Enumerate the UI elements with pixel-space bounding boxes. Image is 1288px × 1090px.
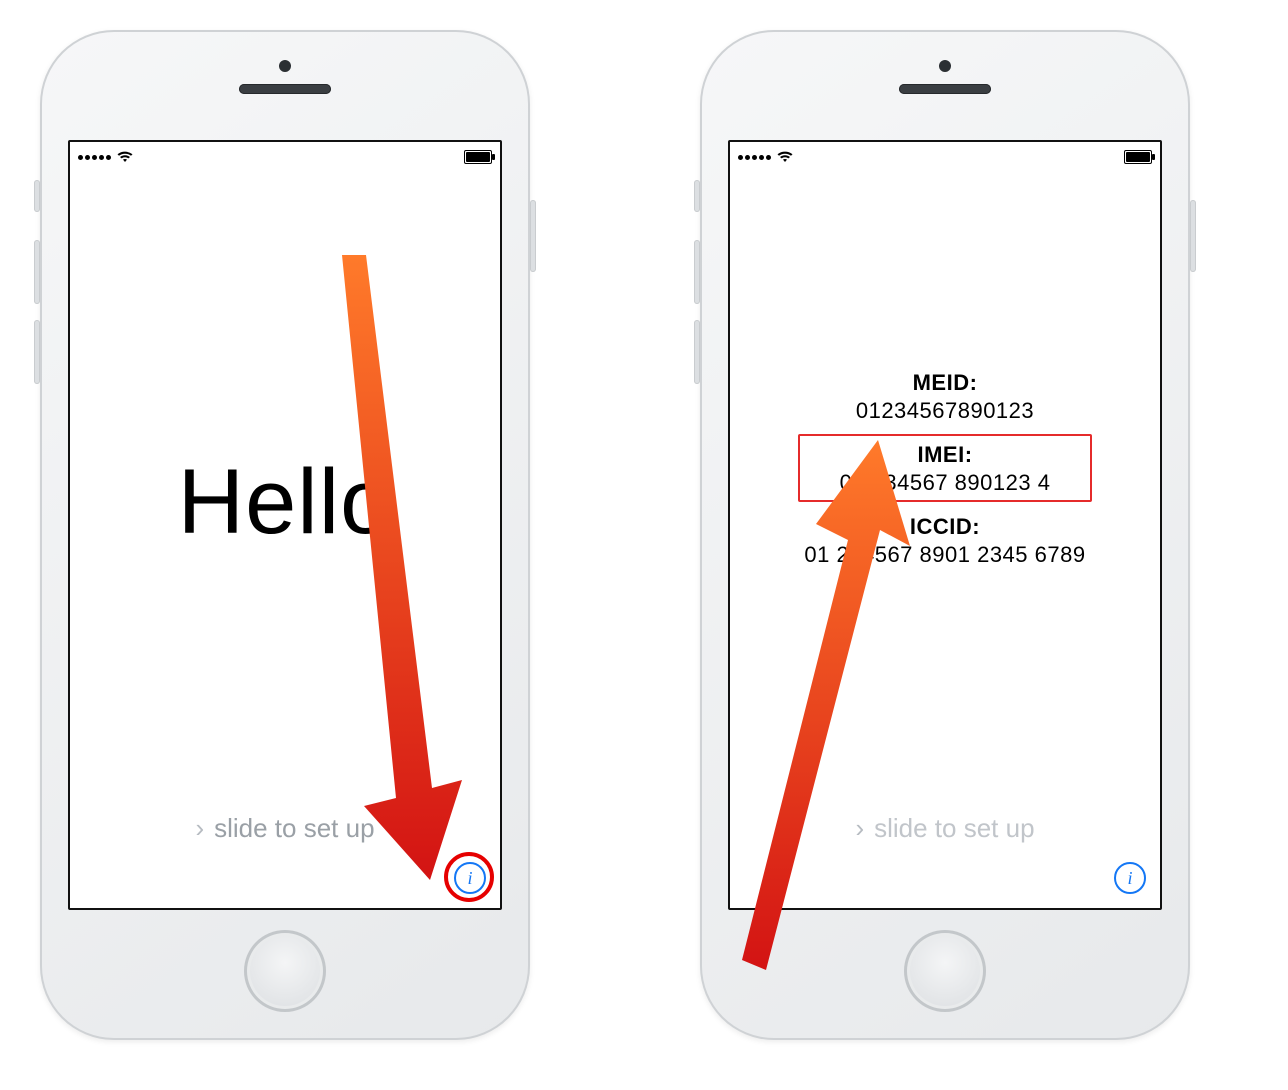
phone-screen-left: Hello › slide to set up i — [68, 140, 502, 910]
volume-down-button — [694, 320, 700, 384]
welcome-greeting: Hello — [70, 456, 500, 548]
info-button[interactable]: i — [454, 862, 486, 894]
volume-up-button — [34, 240, 40, 304]
phone-mockup-left: Hello › slide to set up i — [40, 30, 530, 1040]
phone-mockup-right: MEID: 01234567890123 IMEI: 01 234567 890… — [700, 30, 1190, 1040]
meid-label: MEID: — [730, 370, 1160, 396]
imei-value: 01 234567 890123 4 — [730, 470, 1160, 496]
info-icon: i — [1127, 869, 1132, 887]
power-button — [1190, 200, 1196, 272]
wifi-icon — [117, 151, 133, 163]
iccid-label: ICCID: — [730, 514, 1160, 540]
volume-down-button — [34, 320, 40, 384]
front-camera-icon — [939, 60, 951, 72]
slide-to-set-up[interactable]: › slide to set up — [730, 813, 1160, 844]
chevron-right-icon: › — [855, 813, 864, 844]
status-bar — [730, 142, 1160, 172]
battery-icon — [1124, 150, 1152, 164]
meid-row: MEID: 01234567890123 — [730, 370, 1160, 424]
home-button[interactable] — [244, 930, 326, 1012]
wifi-icon — [777, 151, 793, 163]
earpiece-speaker — [239, 84, 331, 94]
earpiece-speaker — [899, 84, 991, 94]
status-bar — [70, 142, 500, 172]
power-button — [530, 200, 536, 272]
slide-to-set-up-label: slide to set up — [214, 813, 374, 844]
chevron-right-icon: › — [195, 813, 204, 844]
info-icon: i — [467, 869, 472, 887]
volume-up-button — [694, 240, 700, 304]
cellular-signal-icon — [738, 155, 771, 160]
battery-icon — [464, 150, 492, 164]
slide-to-set-up-label: slide to set up — [874, 813, 1034, 844]
meid-value: 01234567890123 — [730, 398, 1160, 424]
instruction-figure: Hello › slide to set up i — [0, 0, 1288, 1090]
front-camera-icon — [279, 60, 291, 72]
imei-row: IMEI: 01 234567 890123 4 — [730, 442, 1160, 496]
mute-switch — [34, 180, 40, 212]
phone-screen-right: MEID: 01234567890123 IMEI: 01 234567 890… — [728, 140, 1162, 910]
slide-to-set-up[interactable]: › slide to set up — [70, 813, 500, 844]
home-button[interactable] — [904, 930, 986, 1012]
cellular-signal-icon — [78, 155, 111, 160]
imei-label: IMEI: — [730, 442, 1160, 468]
info-button[interactable]: i — [1114, 862, 1146, 894]
iccid-value: 01 234567 8901 2345 6789 — [730, 542, 1160, 568]
device-info: MEID: 01234567890123 IMEI: 01 234567 890… — [730, 352, 1160, 586]
iccid-row: ICCID: 01 234567 8901 2345 6789 — [730, 514, 1160, 568]
mute-switch — [694, 180, 700, 212]
